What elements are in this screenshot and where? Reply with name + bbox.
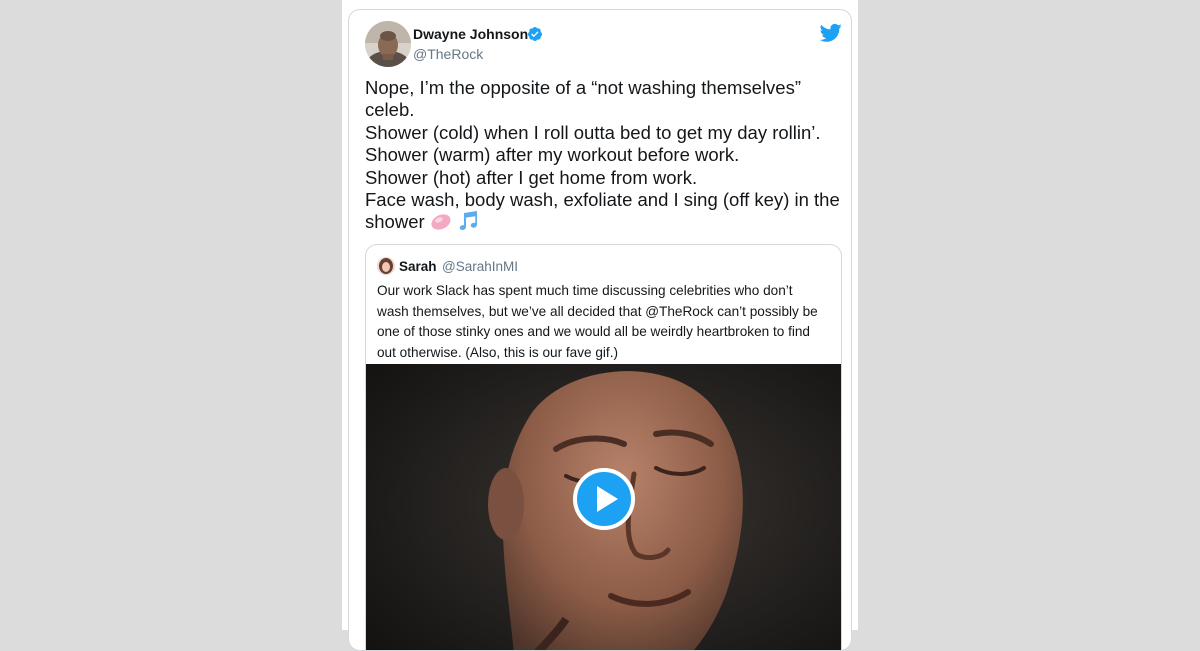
- gif-media[interactable]: [366, 364, 841, 650]
- soap-emoji: [431, 214, 451, 231]
- quoted-author-avatar-image: [377, 257, 395, 275]
- quoted-text-line: out otherwise. (Also, this is our fave g…: [377, 344, 619, 360]
- tweet-text-line: celeb.: [365, 99, 415, 121]
- author-avatar-image: [365, 21, 411, 67]
- quoted-text-line: one of those stinky ones and we would al…: [377, 324, 810, 339]
- tweet-text-line: Shower (hot) after I get home from work.: [365, 166, 698, 188]
- quoted-tweet[interactable]: Sarah @SarahInMI Our work Slack has spen…: [365, 244, 842, 650]
- quoted-author-avatar[interactable]: [377, 257, 395, 275]
- author-display-name[interactable]: Dwayne Johnson: [413, 26, 528, 42]
- page: Dwayne Johnson @TheRock Nope, I’m the op…: [342, 0, 858, 651]
- tweet-card[interactable]: Dwayne Johnson @TheRock Nope, I’m the op…: [348, 9, 852, 651]
- quoted-text-line: wash themselves, but we’ve all decided t…: [377, 303, 818, 319]
- tweet-text-line: Face wash, body wash, exfoliate and I si…: [365, 189, 840, 211]
- quoted-author-handle[interactable]: @SarahInMI: [442, 259, 518, 274]
- tweet-text-line: Nope, I’m the opposite of a “not washing…: [365, 77, 802, 98]
- tweet-text-line: Shower (warm) after my workout before wo…: [365, 144, 740, 166]
- author-handle[interactable]: @TheRock: [413, 46, 483, 62]
- tweet-text-line: shower: [365, 211, 425, 233]
- quoted-author-display-name[interactable]: Sarah: [399, 259, 437, 274]
- tweet-text-last-line: shower: [365, 211, 825, 233]
- quoted-tweet-text: Our work Slack has spent much time discu…: [377, 281, 832, 363]
- verified-badge-icon: [527, 27, 542, 41]
- tweet-text: Nope, I’m the opposite of a “not washing…: [365, 77, 840, 234]
- play-button-icon[interactable]: [573, 468, 635, 530]
- author-avatar[interactable]: [365, 21, 411, 67]
- quoted-text-line: Our work Slack has spent much time discu…: [377, 283, 793, 298]
- tweet-text-line: Shower (cold) when I roll outta bed to g…: [365, 121, 821, 143]
- twitter-bird-icon[interactable]: [820, 23, 842, 43]
- musical-notes-emoji: [459, 211, 477, 231]
